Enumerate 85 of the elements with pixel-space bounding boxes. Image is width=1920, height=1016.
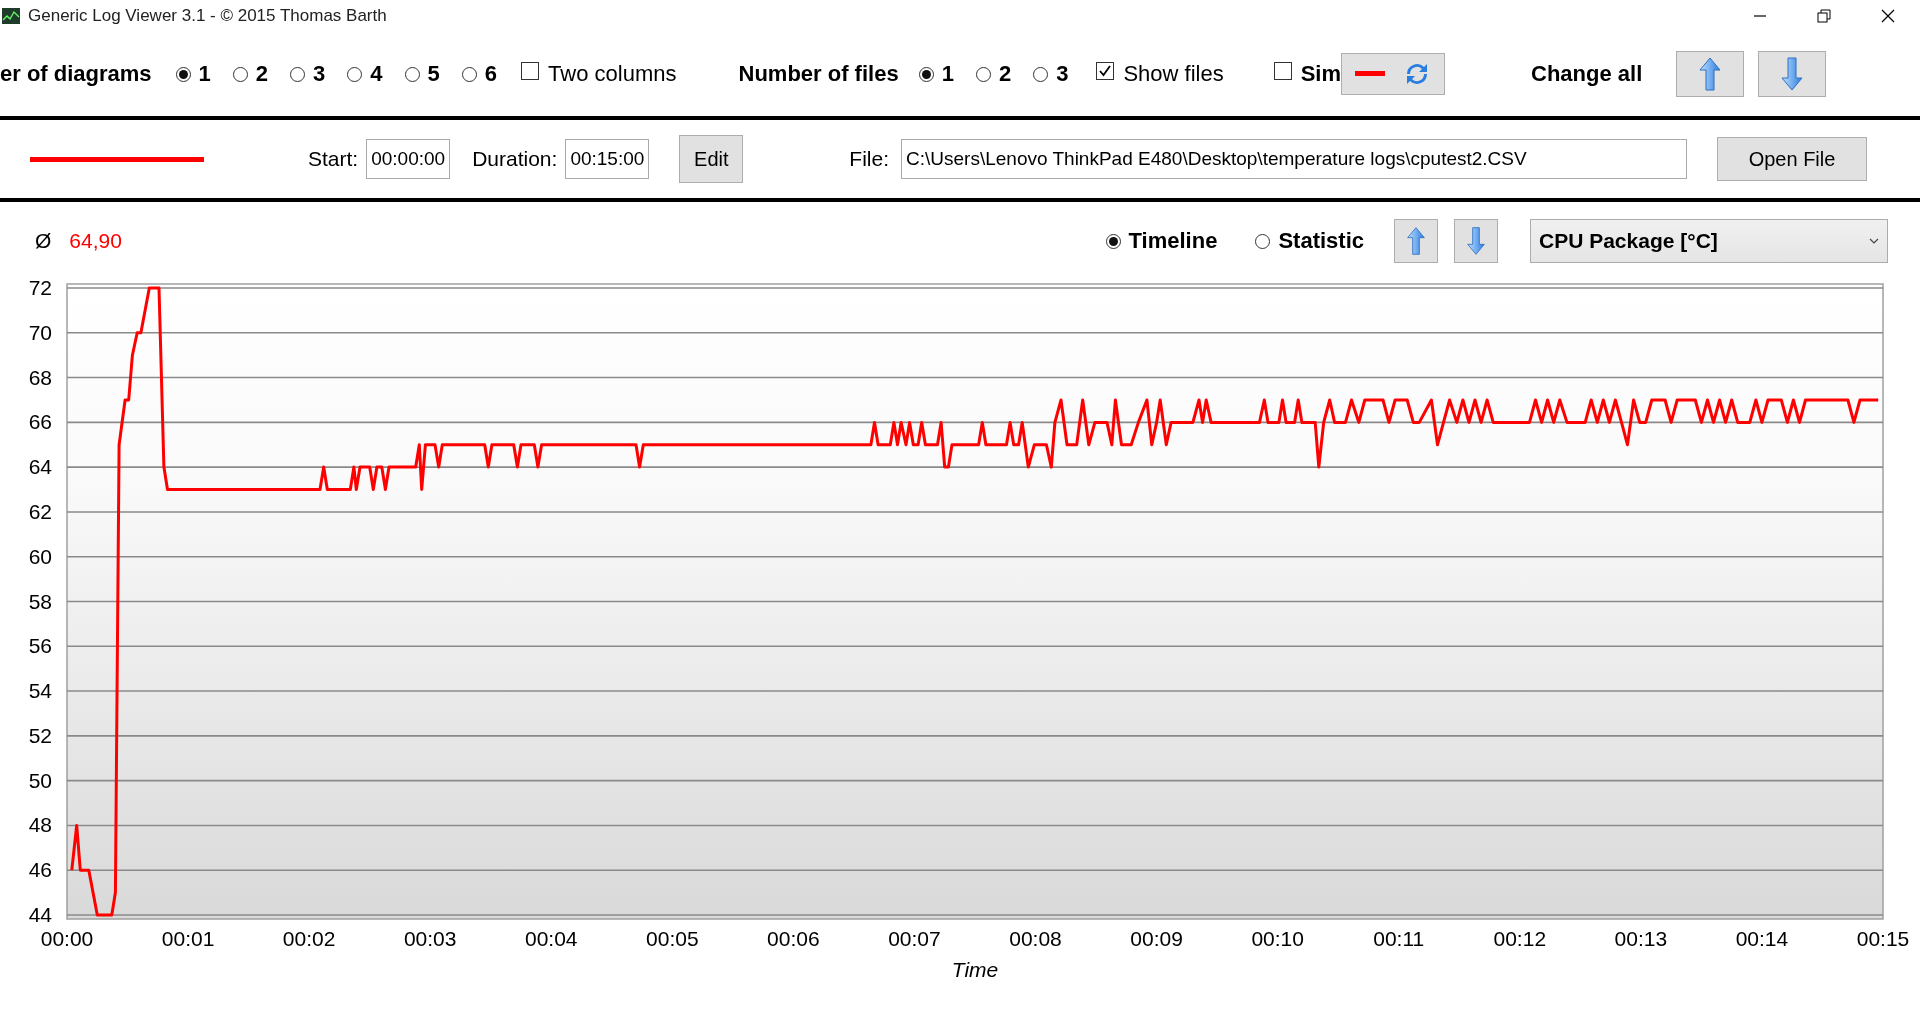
app-icon bbox=[2, 8, 20, 24]
x-axis-label: 00:01 bbox=[161, 927, 215, 950]
y-axis-label: 72 bbox=[28, 280, 52, 299]
window-title: Generic Log Viewer 3.1 - © 2015 Thomas Barth bbox=[28, 6, 388, 26]
x-axis-label: 00:03 bbox=[403, 927, 457, 950]
radio-option[interactable]: 3 bbox=[1033, 61, 1069, 87]
up-arrow-icon bbox=[1406, 226, 1426, 256]
down-arrow-icon bbox=[1780, 57, 1805, 91]
radio-option[interactable]: 1 bbox=[918, 61, 954, 87]
x-axis-label: 00:13 bbox=[1614, 927, 1668, 950]
radio-option[interactable]: 6 bbox=[461, 61, 498, 87]
radio-button[interactable] bbox=[461, 66, 477, 82]
duration-label: Duration: bbox=[472, 147, 558, 171]
radio-option[interactable]: 1 bbox=[175, 61, 211, 87]
x-axis-label: 00:02 bbox=[282, 927, 336, 950]
x-axis-label: 00:09 bbox=[1130, 927, 1183, 950]
y-axis-label: 60 bbox=[28, 544, 52, 568]
x-axis-label: 00:07 bbox=[888, 927, 941, 950]
x-axis-label: 00:00 bbox=[40, 927, 94, 950]
y-axis-label: 52 bbox=[28, 723, 52, 747]
x-axis-label: 00:10 bbox=[1251, 927, 1304, 950]
average-symbol: Ø bbox=[35, 229, 52, 253]
duration-field[interactable]: 00:15:00 bbox=[565, 139, 650, 179]
start-label: Start: bbox=[308, 147, 359, 171]
radio-button[interactable] bbox=[1255, 233, 1271, 249]
diagram-count-label: er of diagrams bbox=[0, 61, 152, 87]
radio-button[interactable] bbox=[404, 66, 420, 82]
radio-option[interactable]: Timeline bbox=[1105, 228, 1218, 254]
y-axis-label: 48 bbox=[28, 813, 52, 837]
x-axis-label: 00:06 bbox=[767, 927, 820, 950]
y-axis-label: 46 bbox=[28, 858, 52, 882]
radio-button[interactable] bbox=[347, 66, 363, 82]
y-axis-label: 66 bbox=[28, 410, 52, 434]
restore-icon[interactable] bbox=[1816, 8, 1832, 24]
down-arrow-icon bbox=[1466, 226, 1486, 256]
radio-option[interactable]: 2 bbox=[975, 61, 1012, 87]
checkbox[interactable]: Sim bbox=[1273, 61, 1342, 87]
y-axis-label: 62 bbox=[28, 499, 52, 523]
x-axis-label: 00:12 bbox=[1493, 927, 1547, 950]
radio-button[interactable] bbox=[1033, 66, 1049, 82]
chevron-down-icon bbox=[1869, 238, 1879, 244]
y-axis-label: 44 bbox=[28, 903, 52, 926]
radio-button[interactable] bbox=[975, 66, 991, 82]
line-sample-icon bbox=[1355, 71, 1386, 77]
y-axis-label: 56 bbox=[28, 634, 52, 658]
x-axis-label: 00:05 bbox=[646, 927, 699, 950]
file-label: File: bbox=[849, 147, 890, 171]
color-refresh-button[interactable] bbox=[1341, 53, 1446, 95]
radio-button[interactable] bbox=[1105, 233, 1121, 249]
file-count-label: Number of files bbox=[738, 61, 899, 87]
y-axis-label: 50 bbox=[28, 768, 52, 792]
change-all-label: Change all bbox=[1531, 61, 1643, 87]
move-up-button[interactable] bbox=[1394, 219, 1438, 263]
average-value: 64,90 bbox=[69, 229, 122, 253]
checkmark-icon bbox=[1097, 63, 1114, 79]
up-arrow-icon bbox=[1698, 57, 1723, 91]
y-axis-label: 54 bbox=[28, 679, 52, 703]
open-file-button[interactable]: Open File bbox=[1717, 137, 1868, 181]
radio-button[interactable] bbox=[175, 66, 191, 82]
y-axis-label: 58 bbox=[28, 589, 52, 613]
x-axis-label: 00:14 bbox=[1735, 927, 1789, 950]
radio-option[interactable]: 4 bbox=[347, 61, 383, 87]
edit-button[interactable]: Edit bbox=[679, 135, 744, 183]
move-down-button[interactable] bbox=[1454, 219, 1498, 263]
file-path-field[interactable]: C:\Users\Lenovo ThinkPad E480\Desktop\temperature logs\cputest2.CSV bbox=[901, 139, 1688, 179]
checkbox[interactable]: Two columns bbox=[521, 61, 677, 87]
x-axis-label: 00:04 bbox=[525, 927, 578, 950]
y-axis-label: 64 bbox=[28, 455, 52, 479]
radio-option[interactable]: Statistic bbox=[1255, 228, 1364, 254]
radio-option[interactable]: 5 bbox=[404, 61, 440, 87]
y-axis-label: 70 bbox=[28, 320, 52, 344]
channel-dropdown[interactable]: CPU Package [°C] bbox=[1530, 219, 1888, 263]
radio-option[interactable]: 2 bbox=[232, 61, 269, 87]
radio-button[interactable] bbox=[918, 66, 934, 82]
radio-button[interactable] bbox=[290, 66, 306, 82]
x-axis-label: 00:11 bbox=[1373, 927, 1425, 950]
radio-button[interactable] bbox=[232, 66, 248, 82]
x-axis-title: Time bbox=[951, 958, 999, 981]
radio-option[interactable]: 3 bbox=[290, 61, 326, 87]
x-axis-label: 00:08 bbox=[1009, 927, 1062, 950]
checkbox[interactable]: Show files bbox=[1096, 61, 1224, 87]
start-time-field[interactable]: 00:00:00 bbox=[366, 139, 451, 179]
y-axis-label: 68 bbox=[28, 365, 52, 389]
close-icon[interactable] bbox=[1880, 8, 1896, 24]
x-axis-label: 00:15 bbox=[1856, 927, 1910, 950]
